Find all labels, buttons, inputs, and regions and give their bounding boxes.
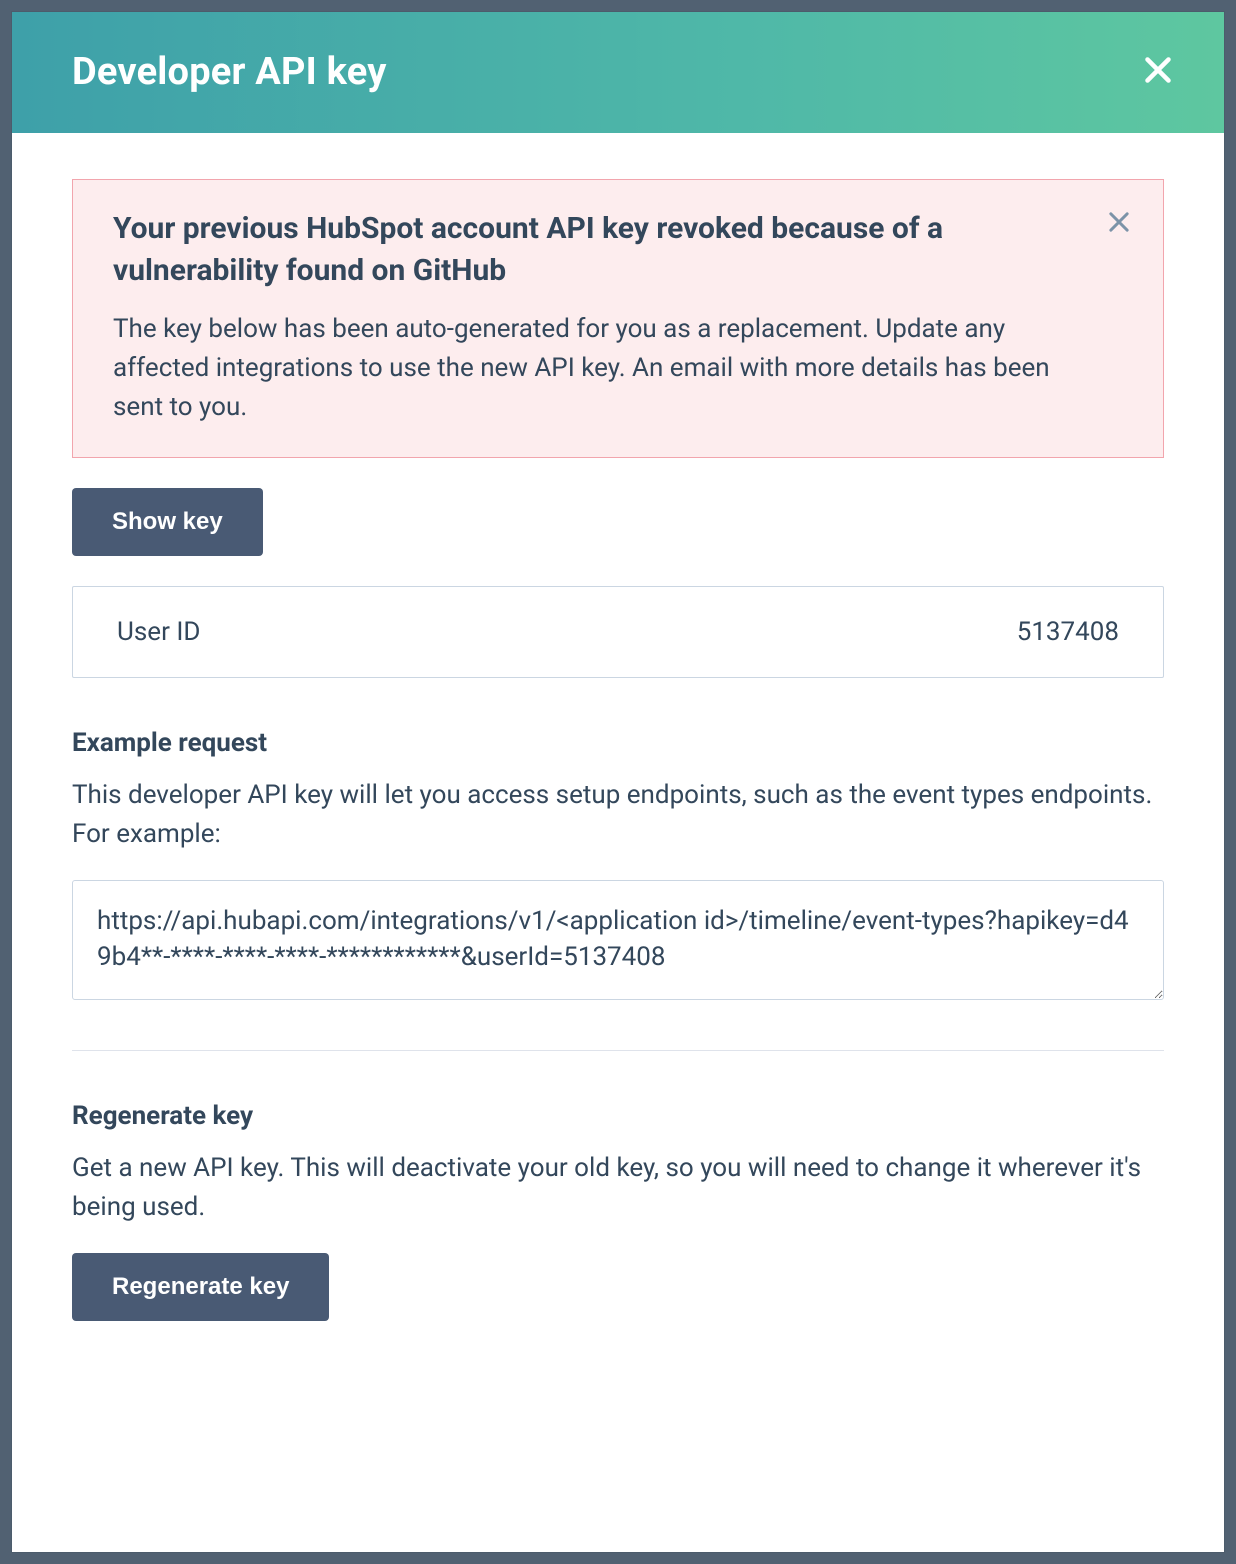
divider bbox=[72, 1050, 1164, 1051]
regenerate-desc: Get a new API key. This will deactivate … bbox=[72, 1149, 1164, 1227]
modal-title: Developer API key bbox=[72, 50, 387, 94]
close-button[interactable] bbox=[1132, 44, 1184, 99]
user-id-label: User ID bbox=[117, 617, 200, 647]
alert-title: Your previous HubSpot account API key re… bbox=[113, 208, 1123, 292]
alert-body: The key below has been auto-generated fo… bbox=[113, 310, 1123, 427]
example-request-title: Example request bbox=[72, 728, 1164, 758]
regenerate-title: Regenerate key bbox=[72, 1101, 1164, 1131]
close-icon bbox=[1105, 224, 1133, 239]
alert-banner: Your previous HubSpot account API key re… bbox=[72, 179, 1164, 458]
example-request-code[interactable] bbox=[72, 880, 1164, 1000]
close-icon bbox=[1140, 76, 1176, 91]
alert-close-button[interactable] bbox=[1099, 202, 1139, 245]
user-id-value: 5137408 bbox=[1017, 617, 1119, 647]
modal-header: Developer API key bbox=[12, 12, 1224, 133]
developer-api-key-modal: Developer API key Your previous HubSpot … bbox=[12, 12, 1224, 1552]
user-id-box: User ID 5137408 bbox=[72, 586, 1164, 678]
regenerate-key-button[interactable]: Regenerate key bbox=[72, 1253, 329, 1321]
modal-body: Your previous HubSpot account API key re… bbox=[12, 133, 1224, 1552]
example-request-desc: This developer API key will let you acce… bbox=[72, 776, 1164, 854]
show-key-button[interactable]: Show key bbox=[72, 488, 263, 556]
